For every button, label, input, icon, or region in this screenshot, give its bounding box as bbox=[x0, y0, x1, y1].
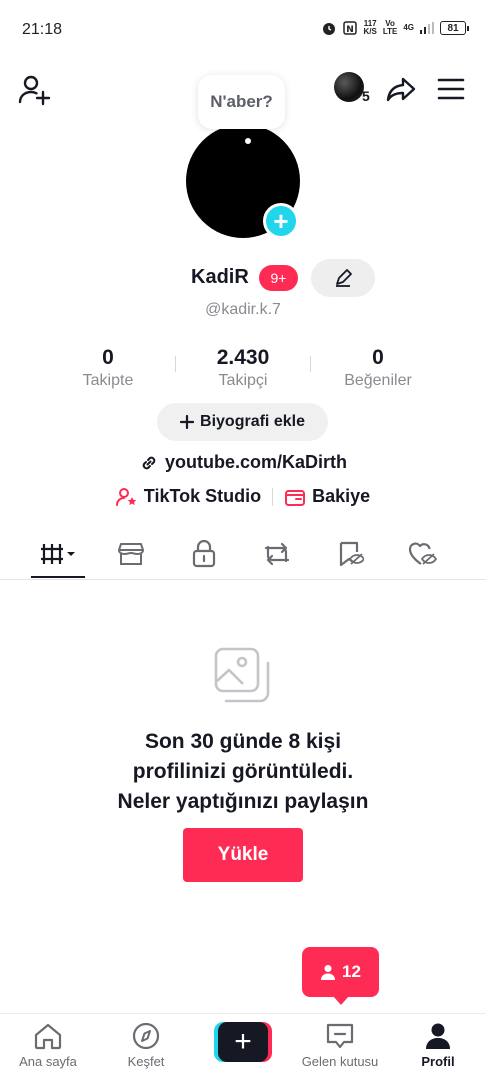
add-friend-button[interactable] bbox=[16, 72, 52, 108]
followers-label: Takipçi bbox=[218, 372, 268, 389]
viewers-count: 12 bbox=[342, 962, 361, 981]
inbox-icon bbox=[326, 1023, 354, 1049]
battery-level: 81 bbox=[447, 22, 459, 34]
add-user-icon bbox=[18, 75, 51, 106]
followers-count: 2.430 bbox=[216, 346, 270, 369]
upload-button[interactable]: Yükle bbox=[183, 828, 303, 882]
tools-divider bbox=[272, 487, 274, 506]
bottom-navigation: Ana sayfa Keşfet + Gelen kutusu Profil bbox=[0, 1013, 486, 1080]
menu-button[interactable] bbox=[436, 74, 466, 104]
tab-videos[interactable] bbox=[31, 530, 85, 578]
empty-line-3: Neler yaptığınızı paylaşın bbox=[117, 790, 369, 813]
studio-user-star-icon bbox=[115, 487, 136, 506]
followers-stat[interactable]: 2.430 Takipçi bbox=[193, 346, 293, 390]
profile-name: KadiR bbox=[191, 266, 249, 288]
nav-inbox[interactable]: Gelen kutusu bbox=[295, 1022, 385, 1069]
shop-icon bbox=[118, 543, 144, 565]
link-icon bbox=[142, 456, 156, 469]
lock-icon bbox=[192, 540, 216, 568]
profile-handle: @kadir.k.7 bbox=[205, 301, 281, 318]
profile-link[interactable]: youtube.com/KaDirth bbox=[0, 452, 486, 473]
nav-home[interactable]: Ana sayfa bbox=[3, 1022, 93, 1069]
heart-hidden-icon bbox=[408, 542, 438, 565]
empty-line-2: profilinizi görüntüledi. bbox=[132, 760, 354, 783]
signal-icon bbox=[420, 22, 434, 34]
repost-icon bbox=[264, 542, 290, 566]
lte-label: LTE bbox=[382, 27, 398, 36]
edit-profile-button[interactable] bbox=[311, 259, 375, 297]
status-time: 21:18 bbox=[22, 21, 63, 38]
tab-shop[interactable] bbox=[104, 530, 158, 578]
home-icon bbox=[34, 1023, 62, 1050]
following-stat[interactable]: 0 Takipte bbox=[58, 346, 158, 390]
grid-videos-icon bbox=[41, 544, 75, 564]
bookmark-hidden-icon bbox=[339, 541, 364, 567]
tab-liked[interactable] bbox=[396, 530, 450, 578]
plus-icon bbox=[180, 415, 195, 429]
add-story-button[interactable]: + bbox=[263, 203, 299, 239]
stat-divider bbox=[175, 356, 176, 372]
photos-icon bbox=[212, 645, 274, 707]
note-bubble[interactable]: N'aber? bbox=[198, 75, 285, 129]
nav-profile-label: Profil bbox=[421, 1054, 455, 1069]
nav-home-label: Ana sayfa bbox=[19, 1054, 77, 1069]
status-icons: N 117 K/S Vo LTE 4G 81 bbox=[321, 20, 469, 36]
user-icon bbox=[321, 965, 336, 980]
likes-count: 0 bbox=[372, 346, 384, 369]
compass-icon bbox=[132, 1022, 160, 1050]
tab-reposts[interactable] bbox=[250, 530, 304, 578]
wallet-button[interactable]: Bakiye bbox=[284, 486, 370, 507]
tiktok-studio-button[interactable]: TikTok Studio bbox=[115, 486, 262, 507]
create-plus-icon: + bbox=[218, 1022, 268, 1062]
empty-state-message: Son 30 günde 8 kişi profilinizi görüntül… bbox=[0, 727, 486, 817]
stat-divider bbox=[310, 356, 311, 372]
following-label: Takipte bbox=[82, 372, 134, 389]
signal-label: 4G bbox=[403, 23, 414, 32]
hamburger-menu-icon bbox=[437, 78, 465, 100]
profile-icon bbox=[426, 1023, 450, 1049]
share-icon bbox=[386, 77, 416, 102]
account-switcher-avatar[interactable] bbox=[334, 72, 364, 102]
profile-viewers-popup[interactable]: 12 bbox=[302, 947, 379, 1005]
nav-profile[interactable]: Profil bbox=[393, 1022, 483, 1069]
share-profile-button[interactable] bbox=[384, 72, 418, 106]
nav-inbox-label: Gelen kutusu bbox=[301, 1054, 379, 1069]
note-text: N'aber? bbox=[210, 92, 273, 111]
likes-label: Beğeniler bbox=[344, 372, 412, 389]
pencil-icon bbox=[336, 269, 352, 287]
link-text: youtube.com/KaDirth bbox=[164, 452, 347, 472]
studio-label: TikTok Studio bbox=[143, 486, 262, 506]
status-bar: 21:18 N 117 K/S Vo LTE 4G 81 bbox=[0, 0, 486, 60]
nav-discover[interactable]: Keşfet bbox=[101, 1022, 191, 1069]
following-count: 0 bbox=[102, 346, 114, 369]
active-tab-indicator bbox=[31, 576, 85, 578]
tab-private[interactable] bbox=[177, 530, 231, 578]
tab-favorites[interactable] bbox=[323, 530, 377, 578]
note-connector-dot bbox=[245, 138, 251, 144]
create-button[interactable]: + bbox=[214, 1022, 272, 1062]
add-bio-label: Biyografi ekle bbox=[200, 413, 305, 430]
alarm-icon bbox=[323, 23, 336, 35]
creator-tools: TikTok Studio Bakiye bbox=[0, 486, 486, 507]
battery-icon: 81 bbox=[440, 21, 469, 35]
notification-badge[interactable]: 9+ bbox=[259, 265, 298, 291]
likes-stat[interactable]: 0 Beğeniler bbox=[328, 346, 428, 390]
wallet-icon bbox=[285, 489, 306, 506]
account-count: 5 bbox=[362, 88, 370, 104]
add-bio-button[interactable]: Biyografi ekle bbox=[157, 403, 328, 441]
nfc-icon: N bbox=[343, 21, 358, 35]
svg-text:N: N bbox=[347, 25, 355, 35]
wallet-label: Bakiye bbox=[312, 486, 371, 506]
plus-icon: + bbox=[273, 206, 289, 236]
profile-tabs bbox=[0, 530, 486, 580]
nav-discover-label: Keşfet bbox=[127, 1054, 165, 1069]
empty-line-1: Son 30 günde 8 kişi bbox=[144, 730, 342, 753]
net-unit: K/S bbox=[363, 27, 377, 36]
